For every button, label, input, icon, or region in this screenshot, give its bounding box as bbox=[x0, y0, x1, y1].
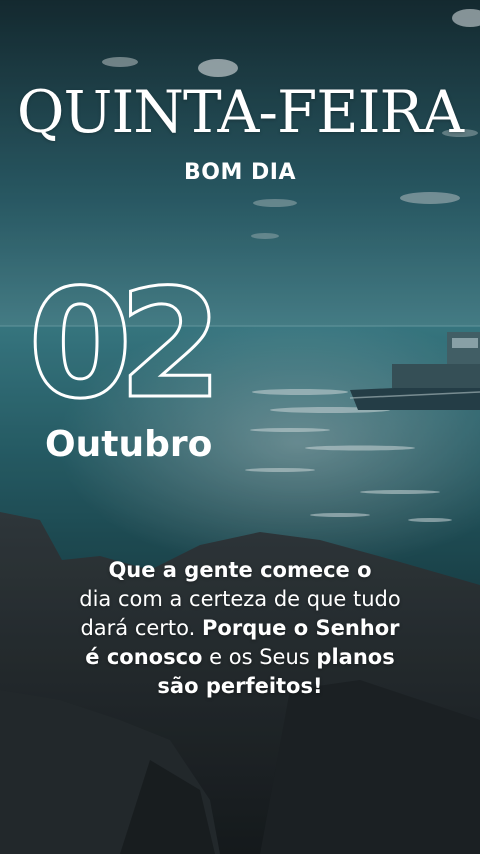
month-label: Outubro bbox=[45, 424, 213, 465]
quote-line-1: Que a gente comece o bbox=[108, 558, 372, 582]
quote-line-3a: dará certo. bbox=[80, 616, 196, 640]
post-canvas: QUINTA-FEIRA BOM DIA 02 Outubro Que a ge… bbox=[0, 0, 480, 854]
quote-line-3b: Porque o Senhor bbox=[202, 616, 400, 640]
quote-line-2: dia com a certeza de que tudo bbox=[79, 587, 401, 611]
quote-text: Que a gente comece o dia com a certeza d… bbox=[30, 556, 450, 701]
quote-line-5: são perfeitos! bbox=[157, 674, 323, 698]
greeting-subtitle: BOM DIA bbox=[184, 160, 296, 185]
day-number: 02 bbox=[27, 258, 225, 432]
weekday-title: QUINTA-FEIRA bbox=[16, 78, 464, 146]
quote-line-4a: é conosco bbox=[85, 645, 203, 669]
quote-line-4b: e os Seus bbox=[209, 645, 310, 669]
quote-line-4c: planos bbox=[316, 645, 395, 669]
